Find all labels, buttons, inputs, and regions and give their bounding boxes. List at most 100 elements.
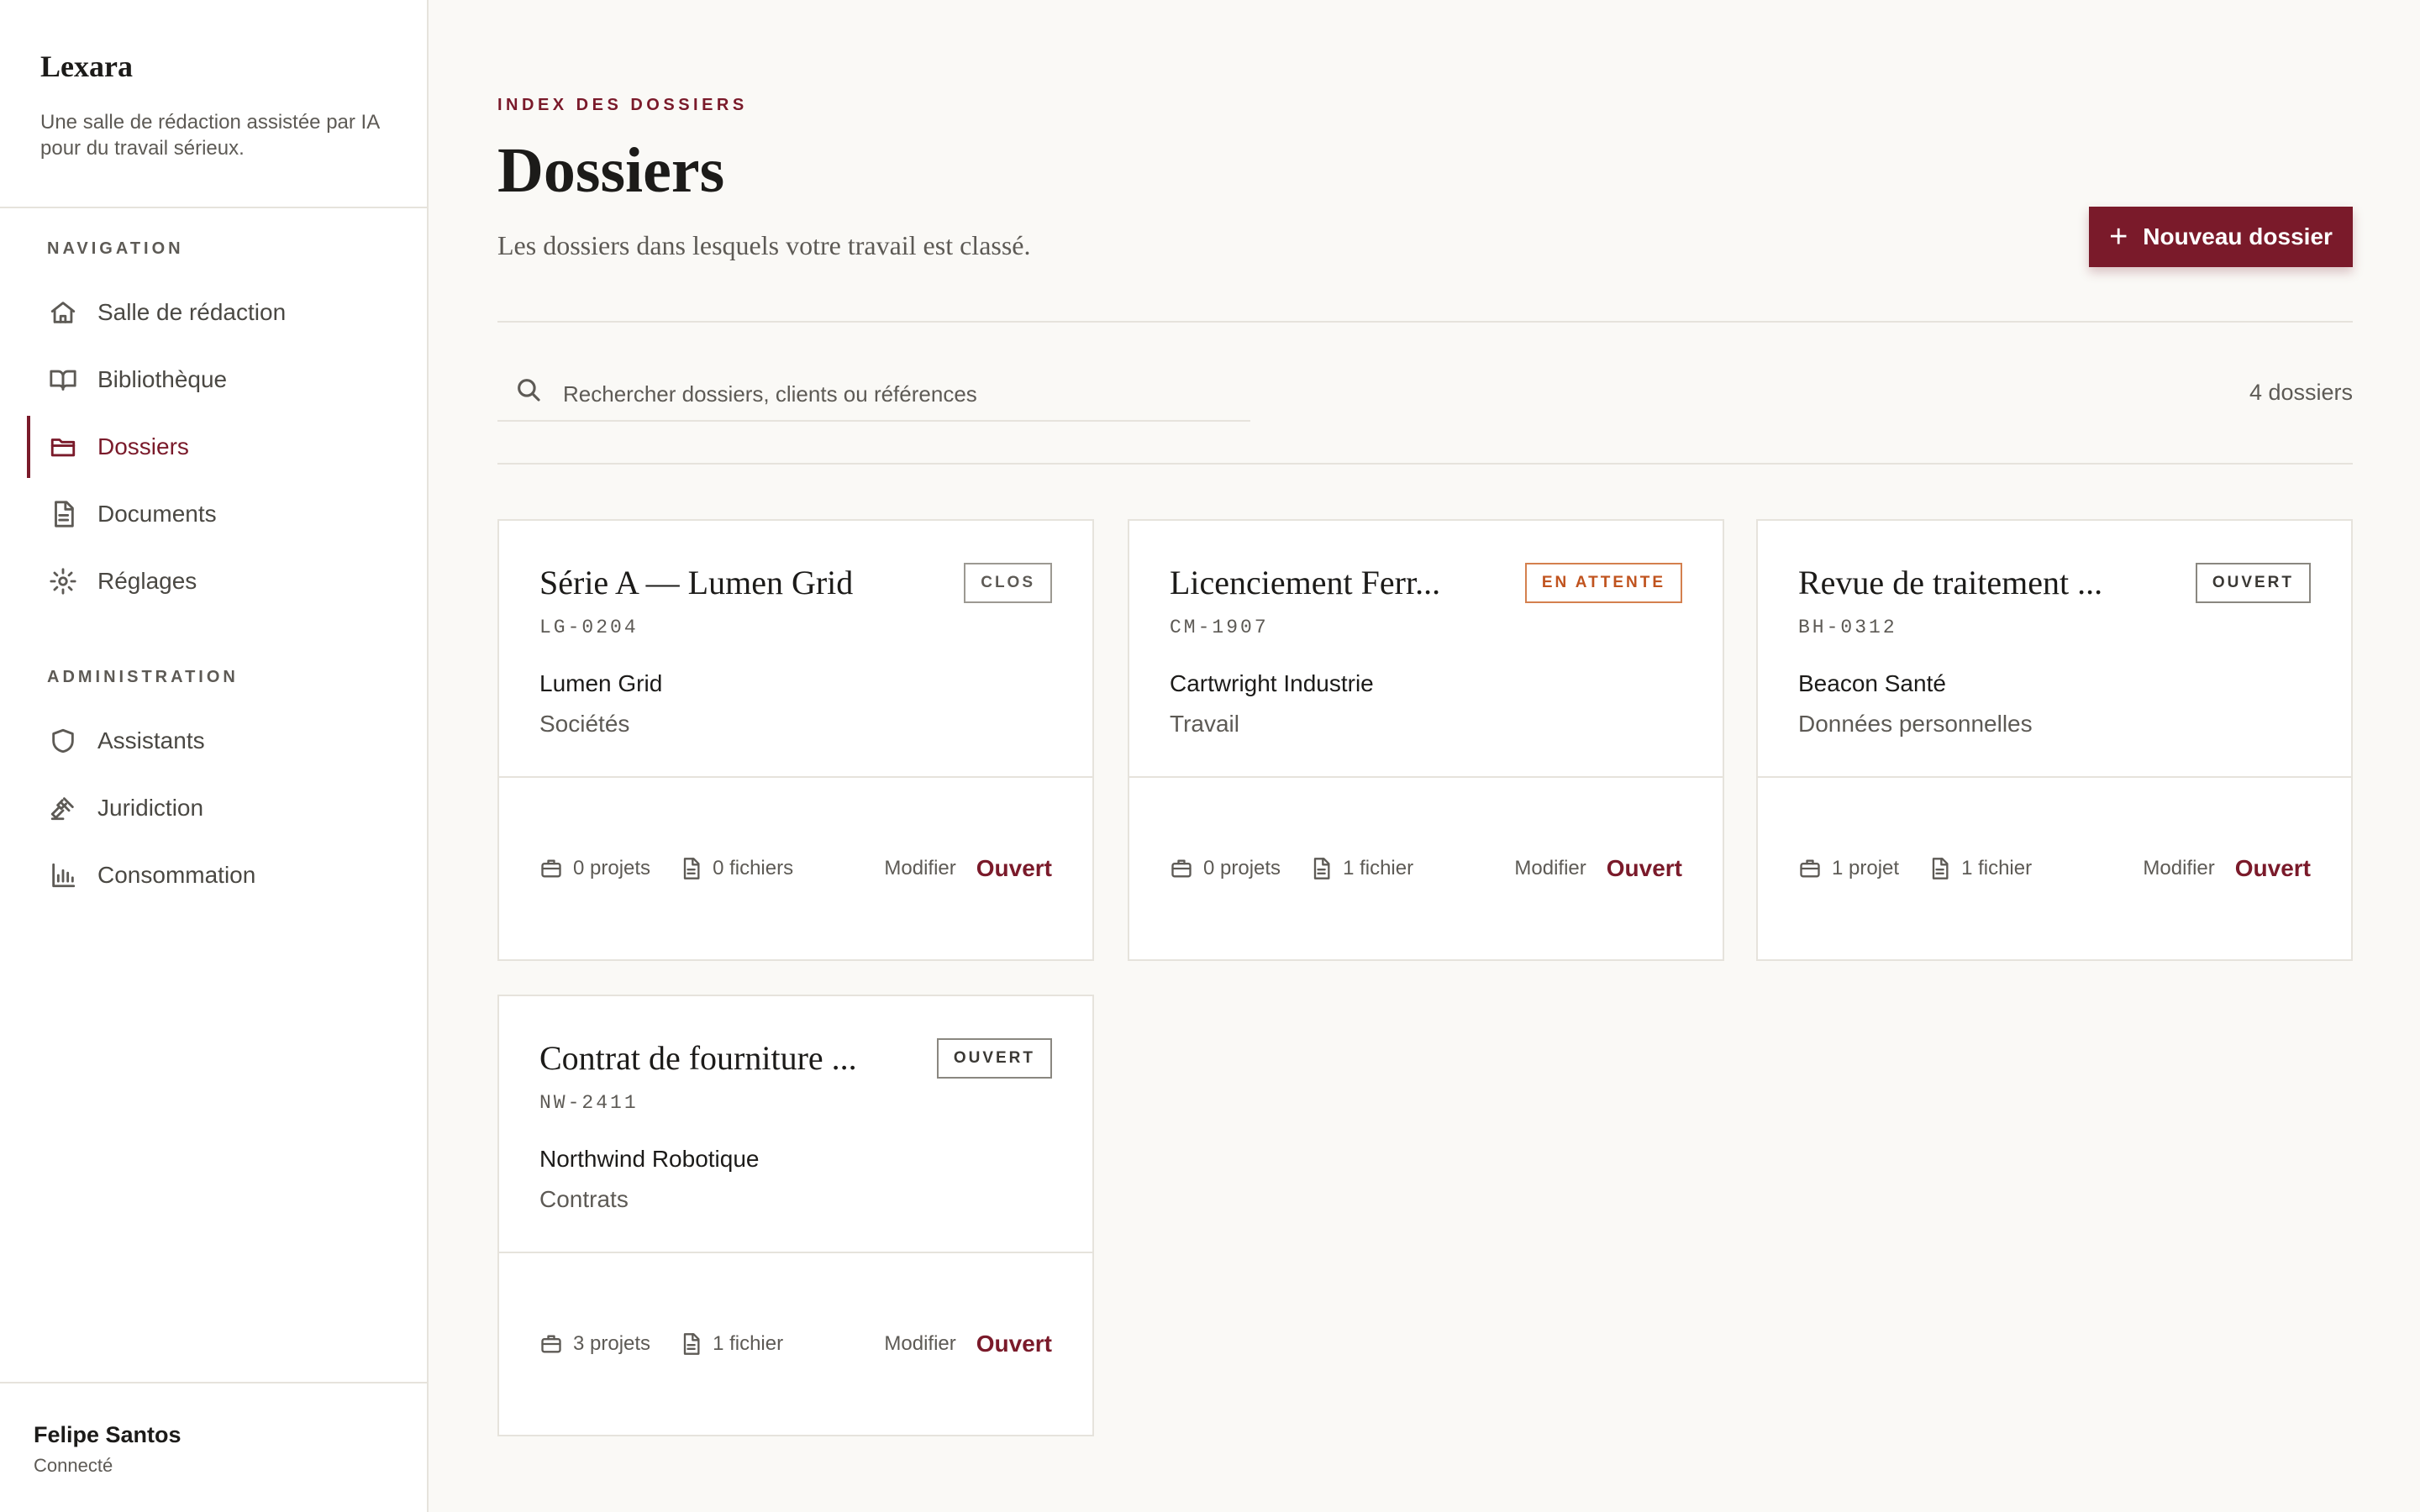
projects-count-label: 3 projets (573, 1332, 651, 1355)
files-count-label: 1 fichier (713, 1332, 784, 1355)
user-panel[interactable]: Felipe Santos Connecté (0, 1382, 427, 1512)
sidebar-item-label: Documents (97, 501, 217, 527)
sidebar-item-label: Juridiction (97, 795, 204, 821)
nav-section-label-administration: ADMINISTRATION (47, 668, 239, 686)
search-input[interactable] (563, 381, 1218, 407)
status-badge: CLOS (964, 563, 1052, 603)
files-count-label: 0 fichiers (713, 857, 794, 879)
dossier-practice-area: Travail (1170, 711, 1239, 737)
dossier-card-header: Revue de traitement ... OUVERT BH-0312 B… (1758, 521, 2351, 778)
projects-count-label: 1 projet (1832, 857, 1900, 879)
sidebar-item-bibliotheque[interactable]: Bibliothèque (0, 349, 427, 411)
dossier-title[interactable]: Contrat de fourniture ... (539, 1038, 926, 1078)
open-link[interactable]: Ouvert (1607, 855, 1682, 882)
shield-icon (49, 727, 77, 755)
search-bar[interactable] (497, 368, 1250, 422)
status-badge: OUVERT (2195, 563, 2311, 603)
edit-link[interactable]: Modifier (884, 1332, 955, 1356)
projects-count: 1 projet (1798, 857, 1899, 880)
sidebar-item-label: Bibliothèque (97, 366, 228, 392)
sidebar-item-label: Consommation (97, 862, 256, 888)
files-count-label: 1 fichier (1343, 857, 1414, 879)
files-count: 0 fichiers (679, 857, 793, 880)
header-divider (497, 321, 2353, 323)
dossier-practice-area: Contrats (539, 1186, 629, 1212)
files-count-label: 1 fichier (1961, 857, 2033, 879)
briefcase-icon (1170, 857, 1193, 880)
dossier-card-header: Licenciement Ferr... EN ATTENTE CM-1907 … (1129, 521, 1723, 778)
dossier-practice-area: Données personnelles (1798, 711, 2033, 737)
open-link[interactable]: Ouvert (976, 1331, 1052, 1357)
sidebar-item-salle-de-redaction[interactable]: Salle de rédaction (0, 281, 427, 344)
briefcase-icon (539, 1332, 563, 1356)
dossier-count: 4 dossiers (2249, 380, 2353, 405)
dossier-card[interactable]: Licenciement Ferr... EN ATTENTE CM-1907 … (1128, 519, 1724, 961)
gear-icon (49, 567, 77, 596)
brand-block: Lexara Une salle de rédaction assistée p… (0, 0, 427, 208)
search-icon (514, 375, 551, 412)
new-dossier-button-label: Nouveau dossier (2143, 223, 2333, 249)
brand-logo-text[interactable]: Lexara (40, 49, 387, 84)
card-actions: Modifier Ouvert (1514, 778, 1682, 959)
dossier-card-footer: 0 projets 1 fichier Modifier Ouvert (1129, 778, 1723, 959)
edit-link[interactable]: Modifier (2143, 857, 2214, 880)
sidebar-item-consommation[interactable]: Consommation (0, 844, 427, 906)
sidebar-item-dossiers[interactable]: Dossiers (0, 416, 427, 478)
dossier-client: Lumen Grid (539, 670, 663, 696)
card-actions: Modifier Ouvert (884, 1253, 1052, 1435)
dossier-card-header: Contrat de fourniture ... OUVERT NW-2411… (499, 996, 1092, 1253)
dossier-title[interactable]: Licenciement Ferr... (1170, 563, 1556, 602)
sidebar-item-reglages[interactable]: Réglages (0, 550, 427, 612)
sidebar-item-label: Salle de rédaction (97, 299, 287, 325)
dossier-client: Cartwright Industrie (1170, 670, 1374, 696)
dossier-client: Beacon Santé (1798, 670, 1946, 696)
sidebar-item-label: Dossiers (97, 433, 189, 459)
sidebar-item-assistants[interactable]: Assistants (0, 710, 427, 772)
sidebar-item-label: Assistants (97, 727, 205, 753)
new-dossier-button[interactable]: + Nouveau dossier (2089, 207, 2353, 267)
projects-count: 0 projets (1170, 857, 1281, 880)
edit-link[interactable]: Modifier (884, 857, 955, 880)
open-link[interactable]: Ouvert (2235, 855, 2311, 882)
brand-tagline: Une salle de rédaction assistée par IA p… (40, 111, 379, 160)
user-status: Connecté (34, 1455, 113, 1476)
search-divider (497, 463, 2353, 465)
dossier-practice-area: Sociétés (539, 711, 630, 737)
sidebar: Lexara Une salle de rédaction assistée p… (0, 0, 429, 1512)
files-count: 1 fichier (1309, 857, 1413, 880)
sidebar-item-documents[interactable]: Documents (0, 483, 427, 545)
projects-count: 0 projets (539, 857, 650, 880)
dossier-reference: CM-1907 (1170, 617, 1269, 638)
projects-count-label: 0 projets (1203, 857, 1281, 879)
dossier-card[interactable]: Série A — Lumen Grid CLOS LG-0204 Lumen … (497, 519, 1094, 961)
dossier-card-footer: 1 projet 1 fichier Modifier Ouvert (1758, 778, 2351, 959)
gavel-icon (49, 794, 77, 822)
card-actions: Modifier Ouvert (884, 778, 1052, 959)
dossier-card-header: Série A — Lumen Grid CLOS LG-0204 Lumen … (499, 521, 1092, 778)
dossier-reference: LG-0204 (539, 617, 639, 638)
page-title: Dossiers (497, 135, 725, 206)
file-icon (679, 1332, 702, 1356)
dossier-reference: BH-0312 (1798, 617, 1897, 638)
dossier-card-footer: 0 projets 0 fichiers Modifier Ouvert (499, 778, 1092, 959)
files-count: 1 fichier (1928, 857, 2032, 880)
dossier-title[interactable]: Série A — Lumen Grid (539, 563, 926, 602)
dossier-client: Northwind Robotique (539, 1146, 760, 1172)
dossier-card[interactable]: Revue de traitement ... OUVERT BH-0312 B… (1756, 519, 2353, 961)
dossier-card[interactable]: Contrat de fourniture ... OUVERT NW-2411… (497, 995, 1094, 1436)
open-link[interactable]: Ouvert (976, 855, 1052, 882)
main-content: INDEX DES DOSSIERS Dossiers Les dossiers… (497, 0, 2353, 1512)
sidebar-item-label: Réglages (97, 568, 197, 594)
page-eyebrow: INDEX DES DOSSIERS (497, 96, 748, 114)
plus-icon: + (2109, 219, 2128, 255)
folder-icon (49, 433, 77, 461)
edit-link[interactable]: Modifier (1514, 857, 1586, 880)
sidebar-item-juridiction[interactable]: Juridiction (0, 777, 427, 839)
user-name: Felipe Santos (34, 1422, 182, 1447)
file-icon (679, 857, 702, 880)
document-icon (49, 500, 77, 528)
bar-chart-icon (49, 861, 77, 890)
briefcase-icon (539, 857, 563, 880)
dossier-title[interactable]: Revue de traitement ... (1798, 563, 2185, 602)
files-count: 1 fichier (679, 1332, 783, 1356)
